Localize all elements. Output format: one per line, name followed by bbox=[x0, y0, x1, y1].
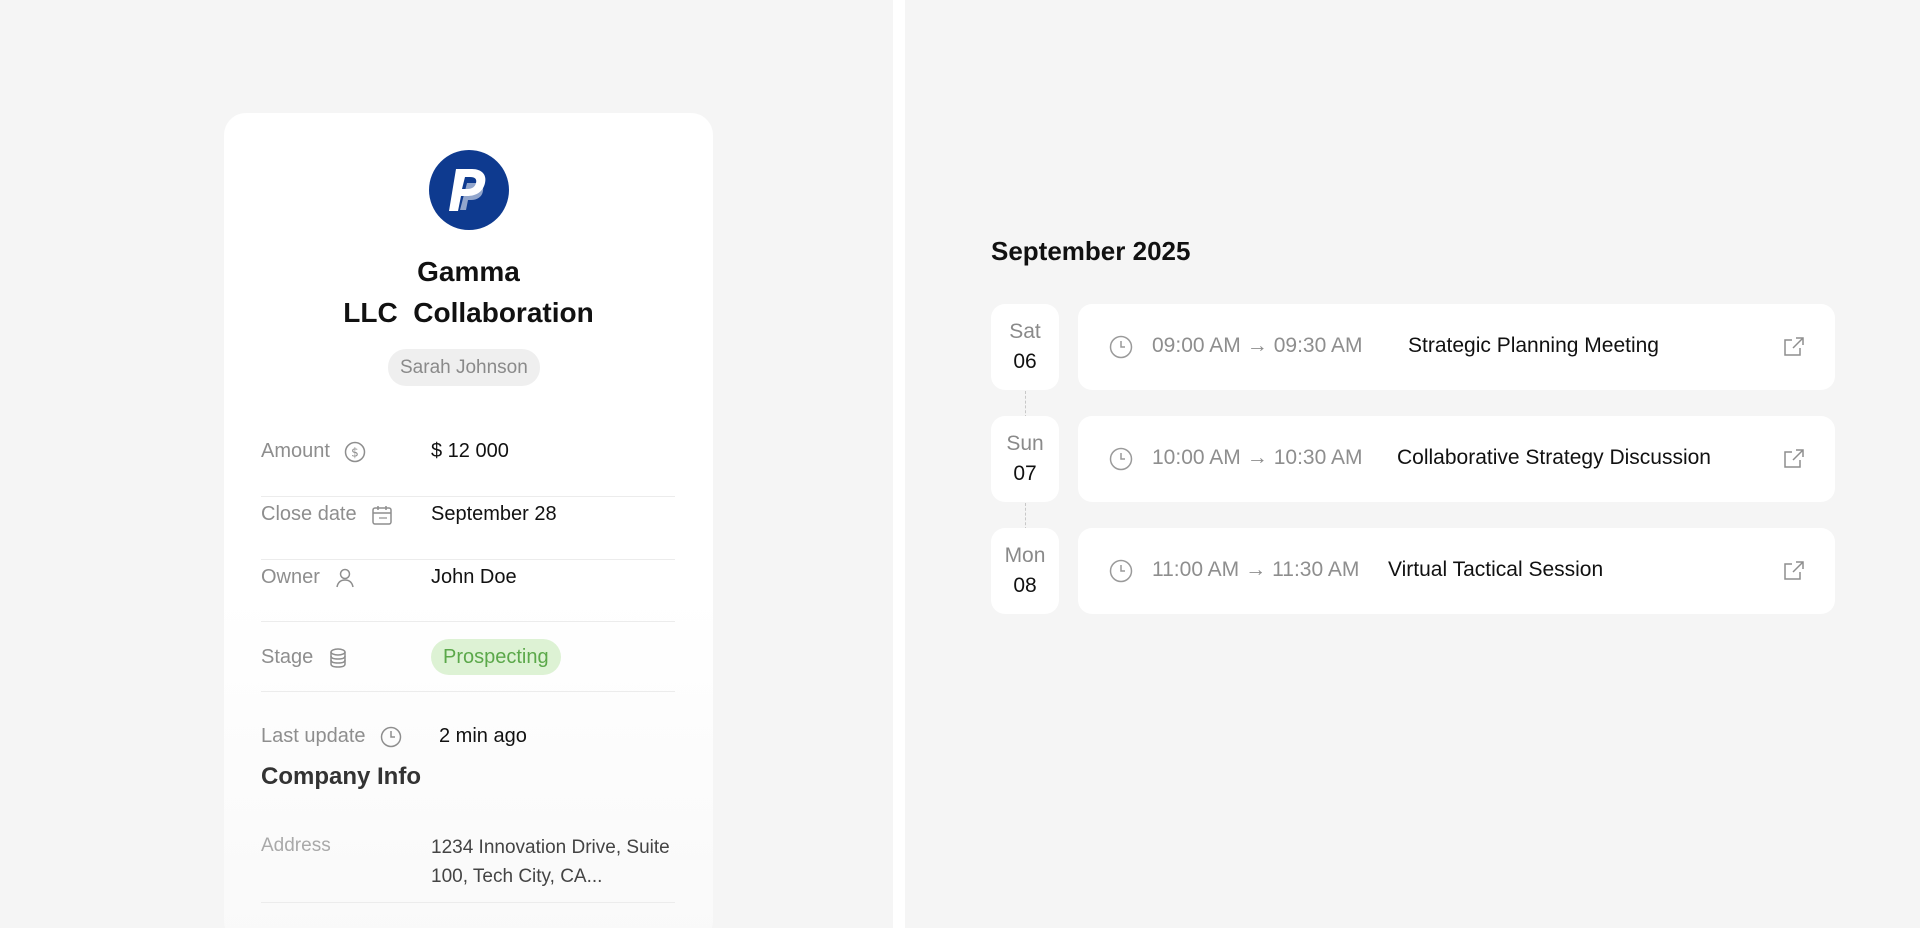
event-end-time: 10:30 AM bbox=[1273, 446, 1363, 469]
deal-title-line1: Gamma bbox=[417, 256, 520, 287]
property-label-stage: Stage bbox=[261, 646, 349, 669]
date-box: Mon 08 bbox=[991, 528, 1059, 614]
day-number: 06 bbox=[1013, 350, 1037, 373]
deal-title-line2: LLC Collaboration bbox=[343, 297, 594, 328]
event-start-time: 09:00 AM bbox=[1152, 334, 1241, 357]
date-box: Sat 06 bbox=[991, 304, 1059, 390]
property-label-last-update: Last update bbox=[261, 725, 402, 748]
date-box: Sun 07 bbox=[991, 416, 1059, 502]
timeline-connector bbox=[1025, 503, 1026, 530]
property-row-owner: Owner John Doe bbox=[261, 566, 675, 622]
stack-icon bbox=[330, 647, 347, 668]
clock-icon bbox=[380, 726, 401, 747]
event-title: Collaborative Strategy Discussion bbox=[1397, 446, 1711, 469]
arrow-icon: → bbox=[1245, 558, 1267, 581]
amount-value: $ 12 000 bbox=[431, 440, 509, 462]
clock-icon bbox=[1109, 559, 1133, 583]
event-card[interactable]: 10:00 AM → 10:30 AM Collaborative Strate… bbox=[1078, 416, 1835, 502]
company-info-title: Company Info bbox=[261, 763, 421, 790]
close-date-value: September 28 bbox=[431, 503, 557, 525]
clock-icon bbox=[1109, 335, 1133, 359]
owner-value: John Doe bbox=[431, 566, 517, 588]
event-start-time: 10:00 AM bbox=[1152, 446, 1241, 469]
deal-card: Gamma LLC Collaboration Sarah Johnson Am… bbox=[224, 113, 713, 928]
deal-title: Gamma LLC Collaboration bbox=[224, 251, 713, 333]
property-label-owner: Owner bbox=[261, 566, 356, 589]
address-separator bbox=[261, 902, 675, 903]
dollar-icon: $ bbox=[344, 441, 366, 462]
day-of-week: Sun bbox=[1006, 432, 1044, 455]
paypal-logo-icon bbox=[429, 150, 509, 230]
event-time-range: 11:00 AM → 11:30 AM bbox=[1152, 558, 1359, 582]
property-row-amount: Amount $ $ 12 000 bbox=[261, 440, 675, 497]
timeline-connector bbox=[1025, 391, 1026, 418]
event-end-time: 11:30 AM bbox=[1272, 558, 1360, 581]
event-time-range: 09:00 AM → 09:30 AM bbox=[1152, 334, 1362, 358]
contact-chip[interactable]: Sarah Johnson bbox=[388, 349, 540, 386]
arrow-icon: → bbox=[1246, 446, 1268, 469]
arrow-icon: → bbox=[1246, 334, 1268, 357]
event-card[interactable]: 09:00 AM → 09:30 AM Strategic Planning M… bbox=[1078, 304, 1835, 390]
stage-badge[interactable]: Prospecting bbox=[431, 639, 561, 675]
property-label-amount: Amount $ bbox=[261, 440, 366, 463]
svg-text:$: $ bbox=[351, 445, 359, 459]
day-of-week: Mon bbox=[1004, 544, 1046, 567]
event-time-range: 10:00 AM → 10:30 AM bbox=[1152, 446, 1362, 470]
event-end-time: 09:30 AM bbox=[1273, 334, 1363, 357]
event-title: Virtual Tactical Session bbox=[1388, 558, 1604, 581]
panel-divider bbox=[893, 0, 905, 928]
external-link-icon[interactable] bbox=[1783, 448, 1805, 470]
property-row-stage: Stage Prospecting bbox=[261, 616, 675, 692]
day-of-week: Sat bbox=[1009, 320, 1041, 343]
property-label-close-date: Close date bbox=[261, 503, 393, 526]
address-value: 1234 Innovation Drive, Suite 100, Tech C… bbox=[431, 837, 670, 887]
clock-icon bbox=[1109, 447, 1133, 471]
external-link-icon[interactable] bbox=[1783, 560, 1805, 582]
event-title: Strategic Planning Meeting bbox=[1408, 334, 1659, 357]
person-icon bbox=[336, 568, 354, 587]
address-label: Address bbox=[261, 835, 331, 856]
last-update-value: 2 min ago bbox=[439, 725, 527, 747]
day-number: 08 bbox=[1013, 574, 1037, 597]
month-title: September 2025 bbox=[991, 236, 1191, 266]
event-card[interactable]: 11:00 AM → 11:30 AM Virtual Tactical Ses… bbox=[1078, 528, 1835, 614]
calendar-icon bbox=[371, 505, 392, 525]
property-row-last-update: Last update 2 min ago bbox=[261, 692, 675, 762]
event-start-time: 11:00 AM bbox=[1152, 558, 1240, 581]
property-row-close-date: Close date September 28 bbox=[261, 503, 675, 560]
external-link-icon[interactable] bbox=[1783, 336, 1805, 358]
day-number: 07 bbox=[1013, 462, 1037, 485]
